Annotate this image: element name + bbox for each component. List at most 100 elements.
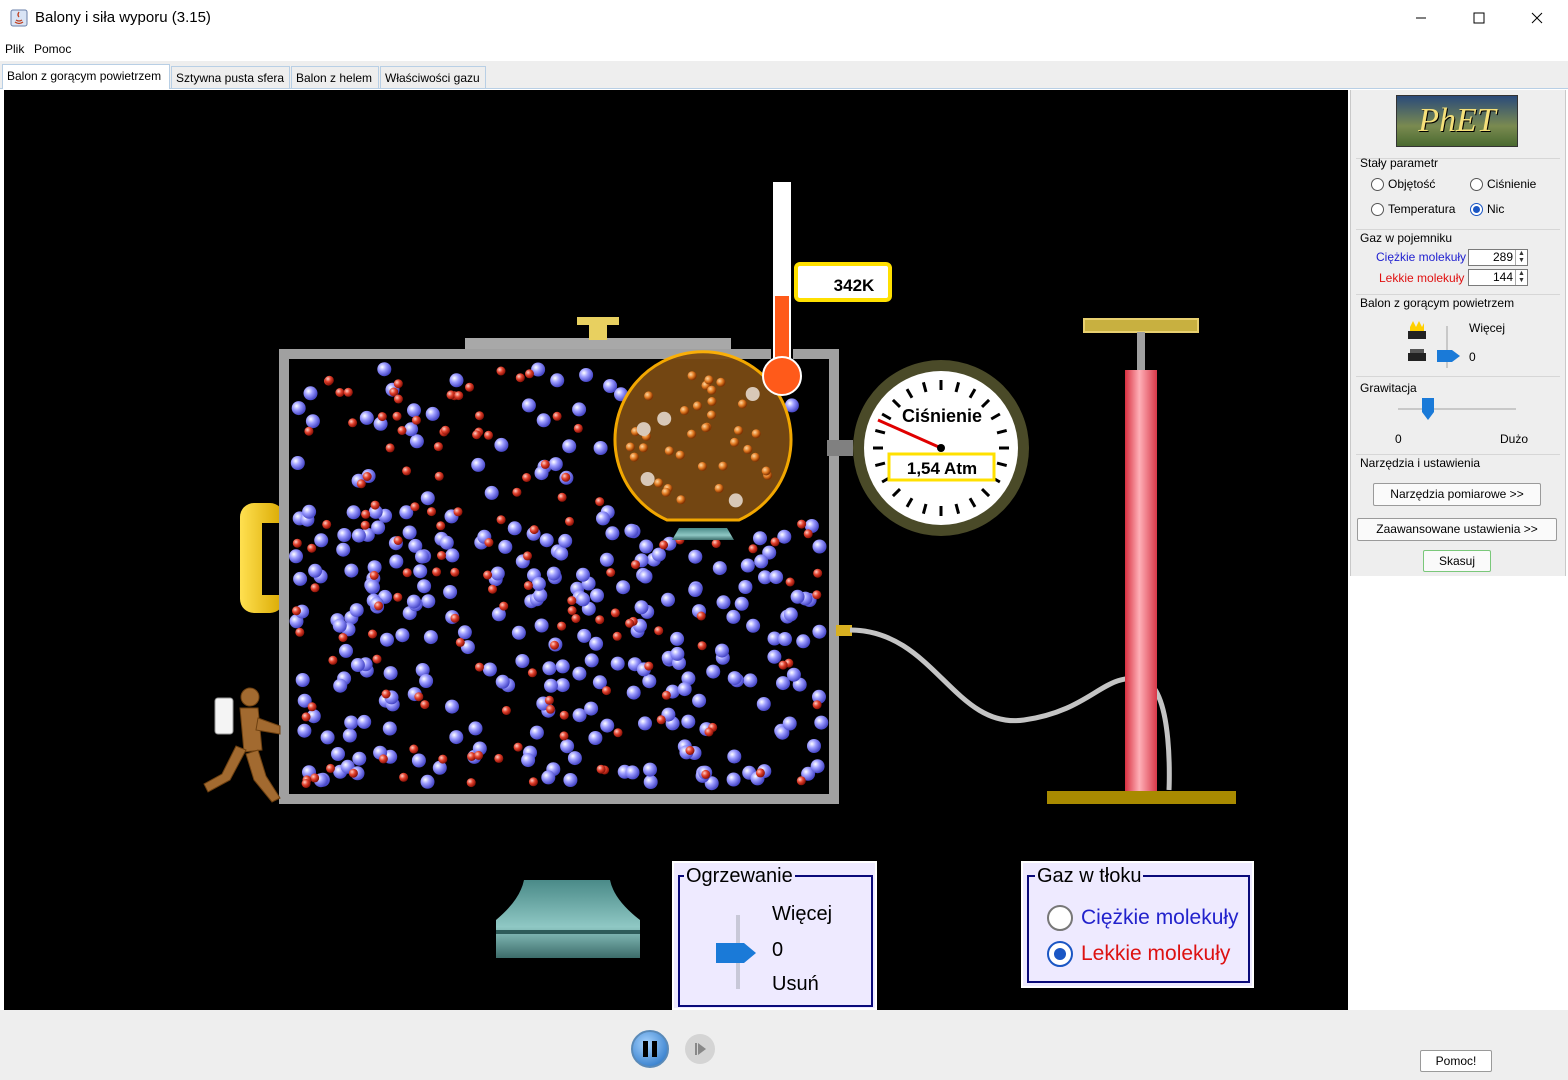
minimize-button[interactable]	[1392, 0, 1450, 36]
balloon-molecule	[692, 401, 702, 411]
heavy-molecule	[605, 526, 620, 541]
help-button[interactable]: Pomoc!	[1420, 1050, 1492, 1072]
light-molecule	[372, 654, 382, 664]
light-molecule	[385, 443, 395, 453]
light-molecule	[420, 700, 430, 710]
spinner-arrows-icon[interactable]: ▲ ▼	[1515, 250, 1527, 265]
tab-rigid-sphere[interactable]: Sztywna pusta sfera	[171, 66, 290, 88]
tab-hot-air-balloon[interactable]: Balon z gorącym powietrzem	[2, 64, 170, 89]
heavy-molecule	[439, 535, 454, 550]
box-lid[interactable]	[465, 317, 731, 352]
light-molecule	[488, 584, 497, 594]
reset-button[interactable]: Skasuj	[1423, 550, 1491, 572]
pump-gas-heavy-option[interactable]: Ciężkie molekuły	[1047, 905, 1239, 931]
const-none-option[interactable]: Nic	[1470, 202, 1504, 216]
const-volume-option[interactable]: Objętość	[1371, 177, 1435, 191]
pause-button[interactable]	[631, 1030, 669, 1068]
gravity-slider-thumb[interactable]	[1421, 397, 1435, 421]
gravity-max-label: Dużo	[1500, 432, 1529, 446]
light-molecule	[475, 411, 484, 421]
light-molecule	[307, 702, 317, 712]
heavy-molecule	[406, 594, 421, 609]
balloon-molecule	[728, 493, 743, 508]
radio-light[interactable]	[1047, 941, 1073, 967]
const-pressure-option[interactable]: Ciśnienie	[1470, 177, 1536, 191]
heavy-molecule	[638, 569, 653, 584]
light-molecule	[499, 601, 509, 611]
menu-help[interactable]: Pomoc	[34, 42, 71, 56]
phet-logo[interactable]: PhET	[1396, 95, 1518, 147]
light-molecule	[338, 633, 348, 642]
balloon-molecule	[761, 466, 771, 476]
radio-volume[interactable]	[1371, 177, 1384, 191]
gravity-slider-track[interactable]	[1398, 408, 1516, 410]
light-molecule	[455, 637, 465, 647]
radio-none[interactable]	[1470, 202, 1483, 216]
heavy-molecule	[626, 685, 641, 700]
balloon-molecule	[707, 397, 717, 406]
heavy-molecule	[521, 398, 536, 413]
heavy-molecule	[411, 753, 426, 768]
heavy-molecule	[303, 386, 318, 401]
heating-slider-thumb[interactable]	[714, 941, 758, 965]
light-molecule	[685, 746, 695, 755]
menu-file[interactable]: Plik	[5, 42, 24, 56]
light-molecule	[362, 472, 372, 481]
balloon-molecule	[664, 446, 674, 456]
heavy-molecule	[546, 566, 561, 581]
balloon-molecule	[707, 385, 717, 395]
radio-temperature[interactable]	[1371, 202, 1384, 216]
light-molecule	[559, 731, 569, 741]
heavy-molecule	[495, 674, 510, 689]
pump-gas-light-label: Lekkie molekuły	[1081, 942, 1231, 965]
light-molecule	[475, 662, 484, 672]
step-icon	[695, 1043, 706, 1055]
light-molecule	[440, 425, 450, 435]
heavy-molecule	[425, 406, 440, 421]
minimize-icon	[1416, 17, 1426, 19]
light-molecule	[453, 507, 463, 517]
heavy-molecule	[572, 666, 587, 681]
tab-gas-properties[interactable]: Właściwości gazu	[380, 66, 486, 88]
light-molecule	[612, 631, 622, 641]
heavy-molecule	[521, 753, 536, 768]
light-molecules-spinner[interactable]: 144 ▲ ▼	[1468, 269, 1528, 286]
heavy-molecule	[409, 434, 424, 449]
heavy-molecule	[419, 674, 434, 688]
heavy-molecule	[716, 595, 731, 610]
pump-gas-light-option[interactable]: Lekkie molekuły	[1047, 941, 1230, 967]
heavy-molecule	[445, 699, 459, 714]
balloon-heat-slider-thumb[interactable]	[1436, 349, 1462, 363]
const-temperature-option[interactable]: Temperatura	[1371, 202, 1455, 216]
heavy-molecule	[468, 721, 483, 736]
close-button[interactable]	[1508, 0, 1566, 36]
radio-pressure[interactable]	[1470, 177, 1483, 191]
maximize-button[interactable]	[1450, 0, 1508, 36]
balloon-molecule	[640, 472, 655, 486]
heavy-molecules-spinner[interactable]: 289 ▲ ▼	[1468, 249, 1528, 266]
radio-heavy[interactable]	[1047, 905, 1073, 931]
light-molecule	[466, 778, 476, 788]
pump-gas-heavy-label: Ciężkie molekuły	[1081, 906, 1239, 929]
light-molecule	[360, 520, 370, 530]
measurement-tools-button[interactable]: Narzędzia pomiarowe >>	[1373, 483, 1541, 506]
tab-helium-balloon[interactable]: Balon z helem	[291, 66, 379, 88]
light-molecule	[567, 596, 577, 606]
light-molecule	[785, 577, 795, 587]
light-molecule	[411, 415, 421, 425]
light-molecule	[368, 629, 377, 639]
step-button[interactable]	[685, 1034, 715, 1064]
light-molecule	[474, 750, 484, 760]
spinner-arrows-icon[interactable]: ▲ ▼	[1515, 270, 1527, 285]
heavy-molecule	[415, 549, 429, 564]
simulation-canvas[interactable]: 342K Ciśnienie 1,54 Atm Ogrzewanie Więce…	[4, 90, 1348, 1010]
heavy-molecule	[727, 671, 742, 686]
heavy-molecule	[339, 643, 353, 658]
light-molecule	[427, 507, 436, 517]
advanced-settings-button[interactable]: Zaawansowane ustawienia >>	[1357, 518, 1557, 541]
heavy-molecule	[579, 368, 594, 382]
heavy-molecule	[643, 775, 658, 789]
bicycle-pump[interactable]	[1047, 318, 1236, 804]
heavy-molecule	[507, 521, 522, 536]
light-molecule	[310, 773, 320, 783]
